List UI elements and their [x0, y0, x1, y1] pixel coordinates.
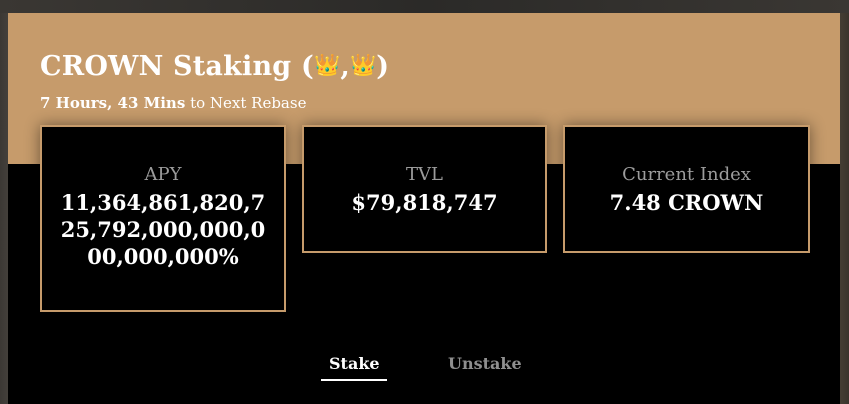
title-separator: , — [340, 51, 350, 82]
rebase-countdown: 7 Hours, 43 Mins to Next Rebase — [40, 94, 306, 112]
rebase-suffix: to Next Rebase — [185, 94, 307, 112]
tab-unstake[interactable]: Unstake — [448, 354, 522, 379]
tvl-label: TVL — [406, 164, 443, 185]
tvl-value: $79,818,747 — [351, 190, 498, 215]
stake-tabs: Stake Unstake — [8, 354, 840, 386]
rebase-time: 7 Hours, 43 Mins — [40, 94, 186, 112]
staking-card: CROWN Staking (👑,👑) 7 Hours, 43 Mins to … — [8, 13, 840, 404]
current-index-value: 7.48 CROWN — [609, 190, 764, 215]
page-title: CROWN Staking (👑,👑) — [40, 51, 389, 82]
apy-value: 11,364,861,820,725,792,000,000,000,000,0… — [60, 190, 266, 269]
tvl-stat-box: TVL $79,818,747 — [302, 125, 547, 253]
crown-icon: 👑 — [349, 53, 377, 77]
apy-label: APY — [144, 164, 182, 185]
current-index-label: Current Index — [622, 164, 751, 185]
tab-stake[interactable]: Stake — [321, 354, 387, 381]
title-close: ) — [376, 51, 390, 82]
title-text: CROWN Staking ( — [40, 51, 314, 82]
current-index-stat-box: Current Index 7.48 CROWN — [563, 125, 810, 253]
crown-icon: 👑 — [313, 53, 341, 77]
window-top-strip — [0, 0, 849, 13]
apy-stat-box: APY 11,364,861,820,725,792,000,000,000,0… — [40, 125, 286, 312]
